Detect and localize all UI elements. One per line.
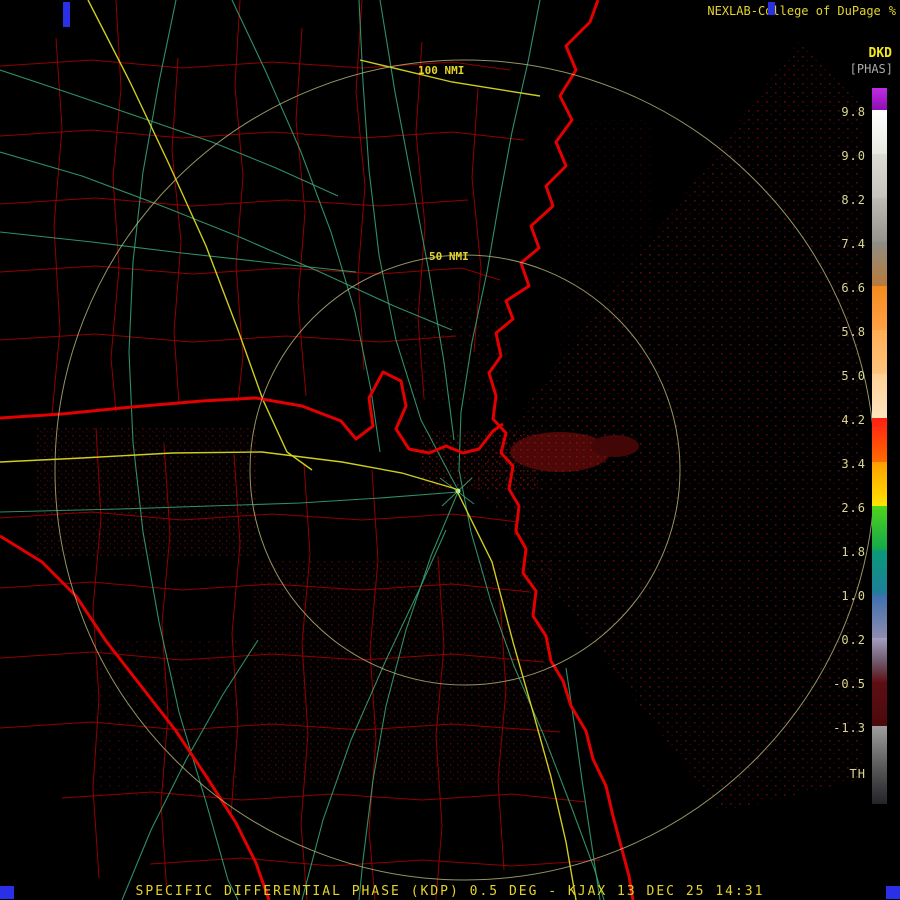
colorbar-ticks: 9.8 9.0 8.2 7.4 6.6 5.8 5.0 4.2 3.4 2.6 1.8 1.0 0.2 -…: [790, 88, 866, 808]
corner-mark-bottom-left: [0, 886, 14, 899]
colorbar-cell: [872, 506, 887, 550]
colorbar-tick-label: 5.0: [841, 369, 866, 383]
colorbar-cell: [872, 550, 887, 594]
colorbar-cell: [872, 682, 887, 726]
colorbar-tick-label: 3.4: [841, 457, 866, 471]
product-status-line: SPECIFIC DIFFERENTIAL PHASE (KDP) 0.5 DE…: [135, 884, 765, 899]
colorbar-cell: [872, 418, 887, 462]
radar-display: NEXLAB-College of DuPage % DKD [PHAS] 9.…: [0, 0, 900, 900]
colorbar-tick-label: 0.2: [841, 633, 866, 647]
colorbar-tick-label: -1.3: [833, 721, 866, 735]
corner-mark-top-right: [768, 2, 775, 15]
colorbar-tick-label: 2.6: [841, 501, 866, 515]
colorbar-tick-label: 8.2: [841, 193, 866, 207]
colorbar-tick-label: 4.2: [841, 413, 866, 427]
colorbar-tick-label: 7.4: [841, 237, 866, 251]
colorbar-cell: [872, 198, 887, 242]
source-attribution: NEXLAB-College of DuPage %: [707, 4, 896, 18]
colorbar-cell: [872, 594, 887, 638]
colorbar-cell: [872, 330, 887, 374]
edge-glyph: %: [888, 4, 896, 18]
colorbar-tick-label: 9.0: [841, 149, 866, 163]
radar-map: [0, 0, 876, 900]
colorbar-cell: [872, 110, 887, 154]
radar-echo-speckles: [36, 40, 862, 812]
colorbar-cell: [872, 638, 887, 682]
corner-mark-bottom-right: [886, 886, 900, 899]
colorbar-cell: [872, 154, 887, 198]
colorbar-cell: [872, 726, 887, 804]
source-label: NEXLAB-College of DuPage: [707, 4, 881, 18]
colorbar-tick-label: 1.8: [841, 545, 866, 559]
colorbar-tick-label: -0.5: [833, 677, 866, 691]
colorbar-tick-label: 9.8: [841, 105, 866, 119]
colorbar: [872, 88, 887, 804]
range-ring-label-50nmi: 50 NMI: [429, 250, 469, 263]
colorbar-tick-label: 5.8: [841, 325, 866, 339]
colorbar-tick-label: 6.6: [841, 281, 866, 295]
colorbar-cell: [872, 462, 887, 506]
colorbar-cell: [872, 286, 887, 330]
corner-mark-top-left: [63, 2, 70, 27]
colorbar-cell: [872, 88, 887, 110]
product-code: DKD: [868, 46, 892, 61]
product-units: [PHAS]: [849, 62, 893, 76]
colorbar-tick-label: 1.0: [841, 589, 866, 603]
colorbar-cell: [872, 242, 887, 286]
colorbar-cell: [872, 374, 887, 418]
colorbar-tick-label: TH: [849, 767, 866, 781]
range-ring-label-100nmi: 100 NMI: [418, 64, 465, 77]
